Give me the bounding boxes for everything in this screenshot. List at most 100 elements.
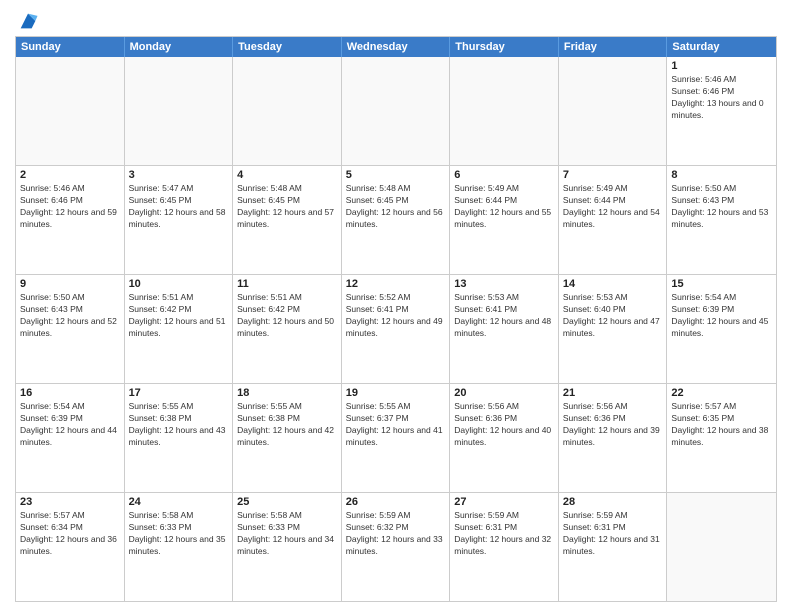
- calendar-cell: 8 Sunrise: 5:50 AM Sunset: 6:43 PM Daylig…: [667, 166, 776, 274]
- calendar-cell: 21 Sunrise: 5:56 AM Sunset: 6:36 PM Dayli…: [559, 384, 668, 492]
- day-number: 21: [563, 387, 663, 399]
- day-number: 11: [237, 278, 337, 290]
- calendar-cell: 17 Sunrise: 5:55 AM Sunset: 6:38 PM Dayli…: [125, 384, 234, 492]
- calendar-cell: 10 Sunrise: 5:51 AM Sunset: 6:42 PM Dayli…: [125, 275, 234, 383]
- day-number: 5: [346, 169, 446, 181]
- calendar-row: 9 Sunrise: 5:50 AM Sunset: 6:43 PM Daylig…: [16, 274, 776, 383]
- day-info: Sunrise: 5:57 AM Sunset: 6:34 PM Dayligh…: [20, 510, 120, 558]
- calendar-cell: [233, 57, 342, 165]
- day-info: Sunrise: 5:50 AM Sunset: 6:43 PM Dayligh…: [671, 183, 772, 231]
- day-info: Sunrise: 5:46 AM Sunset: 6:46 PM Dayligh…: [671, 74, 772, 122]
- day-number: 20: [454, 387, 554, 399]
- calendar-cell: [450, 57, 559, 165]
- calendar-cell: [667, 493, 776, 601]
- day-info: Sunrise: 5:55 AM Sunset: 6:37 PM Dayligh…: [346, 401, 446, 449]
- calendar-cell: 1Sunrise: 5:46 AM Sunset: 6:46 PM Daylig…: [667, 57, 776, 165]
- calendar-cell: [559, 57, 668, 165]
- calendar-cell: 28 Sunrise: 5:59 AM Sunset: 6:31 PM Dayli…: [559, 493, 668, 601]
- calendar-row: 23 Sunrise: 5:57 AM Sunset: 6:34 PM Dayli…: [16, 492, 776, 601]
- calendar-cell: 9 Sunrise: 5:50 AM Sunset: 6:43 PM Daylig…: [16, 275, 125, 383]
- day-info: Sunrise: 5:59 AM Sunset: 6:31 PM Dayligh…: [454, 510, 554, 558]
- day-number: 18: [237, 387, 337, 399]
- calendar-cell: 23 Sunrise: 5:57 AM Sunset: 6:34 PM Dayli…: [16, 493, 125, 601]
- day-number: 14: [563, 278, 663, 290]
- weekday-header: Saturday: [667, 37, 776, 57]
- day-number: 4: [237, 169, 337, 181]
- day-info: Sunrise: 5:53 AM Sunset: 6:41 PM Dayligh…: [454, 292, 554, 340]
- day-number: 24: [129, 496, 229, 508]
- calendar-cell: 5 Sunrise: 5:48 AM Sunset: 6:45 PM Daylig…: [342, 166, 451, 274]
- day-info: Sunrise: 5:48 AM Sunset: 6:45 PM Dayligh…: [237, 183, 337, 231]
- calendar-cell: [125, 57, 234, 165]
- calendar-cell: 15Sunrise: 5:54 AM Sunset: 6:39 PM Dayli…: [667, 275, 776, 383]
- calendar-cell: 24 Sunrise: 5:58 AM Sunset: 6:33 PM Dayli…: [125, 493, 234, 601]
- calendar-cell: 12Sunrise: 5:52 AM Sunset: 6:41 PM Dayli…: [342, 275, 451, 383]
- calendar-cell: 26 Sunrise: 5:59 AM Sunset: 6:32 PM Dayli…: [342, 493, 451, 601]
- weekday-header: Thursday: [450, 37, 559, 57]
- day-info: Sunrise: 5:53 AM Sunset: 6:40 PM Dayligh…: [563, 292, 663, 340]
- day-info: Sunrise: 5:51 AM Sunset: 6:42 PM Dayligh…: [237, 292, 337, 340]
- day-info: Sunrise: 5:58 AM Sunset: 6:33 PM Dayligh…: [237, 510, 337, 558]
- calendar-header: SundayMondayTuesdayWednesdayThursdayFrid…: [16, 37, 776, 57]
- day-number: 23: [20, 496, 120, 508]
- day-info: Sunrise: 5:54 AM Sunset: 6:39 PM Dayligh…: [20, 401, 120, 449]
- day-info: Sunrise: 5:47 AM Sunset: 6:45 PM Dayligh…: [129, 183, 229, 231]
- logo-icon: [17, 10, 39, 32]
- calendar-cell: 20 Sunrise: 5:56 AM Sunset: 6:36 PM Dayli…: [450, 384, 559, 492]
- logo: [15, 10, 39, 28]
- weekday-header: Wednesday: [342, 37, 451, 57]
- day-info: Sunrise: 5:50 AM Sunset: 6:43 PM Dayligh…: [20, 292, 120, 340]
- calendar-cell: 6 Sunrise: 5:49 AM Sunset: 6:44 PM Daylig…: [450, 166, 559, 274]
- day-number: 9: [20, 278, 120, 290]
- calendar: SundayMondayTuesdayWednesdayThursdayFrid…: [15, 36, 777, 602]
- day-info: Sunrise: 5:55 AM Sunset: 6:38 PM Dayligh…: [237, 401, 337, 449]
- day-info: Sunrise: 5:48 AM Sunset: 6:45 PM Dayligh…: [346, 183, 446, 231]
- calendar-cell: 3Sunrise: 5:47 AM Sunset: 6:45 PM Daylig…: [125, 166, 234, 274]
- calendar-cell: 4 Sunrise: 5:48 AM Sunset: 6:45 PM Daylig…: [233, 166, 342, 274]
- day-number: 8: [671, 169, 772, 181]
- day-info: Sunrise: 5:59 AM Sunset: 6:32 PM Dayligh…: [346, 510, 446, 558]
- day-info: Sunrise: 5:58 AM Sunset: 6:33 PM Dayligh…: [129, 510, 229, 558]
- calendar-cell: 2Sunrise: 5:46 AM Sunset: 6:46 PM Daylig…: [16, 166, 125, 274]
- calendar-cell: 25 Sunrise: 5:58 AM Sunset: 6:33 PM Dayli…: [233, 493, 342, 601]
- day-info: Sunrise: 5:49 AM Sunset: 6:44 PM Dayligh…: [454, 183, 554, 231]
- day-info: Sunrise: 5:55 AM Sunset: 6:38 PM Dayligh…: [129, 401, 229, 449]
- day-number: 25: [237, 496, 337, 508]
- day-info: Sunrise: 5:56 AM Sunset: 6:36 PM Dayligh…: [563, 401, 663, 449]
- calendar-cell: 14 Sunrise: 5:53 AM Sunset: 6:40 PM Dayli…: [559, 275, 668, 383]
- day-number: 6: [454, 169, 554, 181]
- calendar-row: 2Sunrise: 5:46 AM Sunset: 6:46 PM Daylig…: [16, 165, 776, 274]
- day-info: Sunrise: 5:56 AM Sunset: 6:36 PM Dayligh…: [454, 401, 554, 449]
- day-info: Sunrise: 5:59 AM Sunset: 6:31 PM Dayligh…: [563, 510, 663, 558]
- day-info: Sunrise: 5:51 AM Sunset: 6:42 PM Dayligh…: [129, 292, 229, 340]
- calendar-cell: 18 Sunrise: 5:55 AM Sunset: 6:38 PM Dayli…: [233, 384, 342, 492]
- day-number: 13: [454, 278, 554, 290]
- day-info: Sunrise: 5:46 AM Sunset: 6:46 PM Dayligh…: [20, 183, 120, 231]
- weekday-header: Tuesday: [233, 37, 342, 57]
- calendar-cell: [16, 57, 125, 165]
- calendar-cell: 27 Sunrise: 5:59 AM Sunset: 6:31 PM Dayli…: [450, 493, 559, 601]
- header: [15, 10, 777, 28]
- day-number: 12: [346, 278, 446, 290]
- weekday-header: Sunday: [16, 37, 125, 57]
- day-number: 26: [346, 496, 446, 508]
- day-info: Sunrise: 5:54 AM Sunset: 6:39 PM Dayligh…: [671, 292, 772, 340]
- day-number: 17: [129, 387, 229, 399]
- calendar-row: 16Sunrise: 5:54 AM Sunset: 6:39 PM Dayli…: [16, 383, 776, 492]
- calendar-cell: 16Sunrise: 5:54 AM Sunset: 6:39 PM Dayli…: [16, 384, 125, 492]
- calendar-body: 1Sunrise: 5:46 AM Sunset: 6:46 PM Daylig…: [16, 57, 776, 601]
- calendar-row: 1Sunrise: 5:46 AM Sunset: 6:46 PM Daylig…: [16, 57, 776, 165]
- calendar-cell: 19Sunrise: 5:55 AM Sunset: 6:37 PM Dayli…: [342, 384, 451, 492]
- weekday-header: Friday: [559, 37, 668, 57]
- calendar-cell: 11 Sunrise: 5:51 AM Sunset: 6:42 PM Dayli…: [233, 275, 342, 383]
- calendar-cell: 7Sunrise: 5:49 AM Sunset: 6:44 PM Daylig…: [559, 166, 668, 274]
- day-number: 27: [454, 496, 554, 508]
- day-info: Sunrise: 5:49 AM Sunset: 6:44 PM Dayligh…: [563, 183, 663, 231]
- day-number: 28: [563, 496, 663, 508]
- day-number: 22: [671, 387, 772, 399]
- page: SundayMondayTuesdayWednesdayThursdayFrid…: [0, 0, 792, 612]
- calendar-cell: 13 Sunrise: 5:53 AM Sunset: 6:41 PM Dayli…: [450, 275, 559, 383]
- weekday-header: Monday: [125, 37, 234, 57]
- calendar-cell: [342, 57, 451, 165]
- day-number: 10: [129, 278, 229, 290]
